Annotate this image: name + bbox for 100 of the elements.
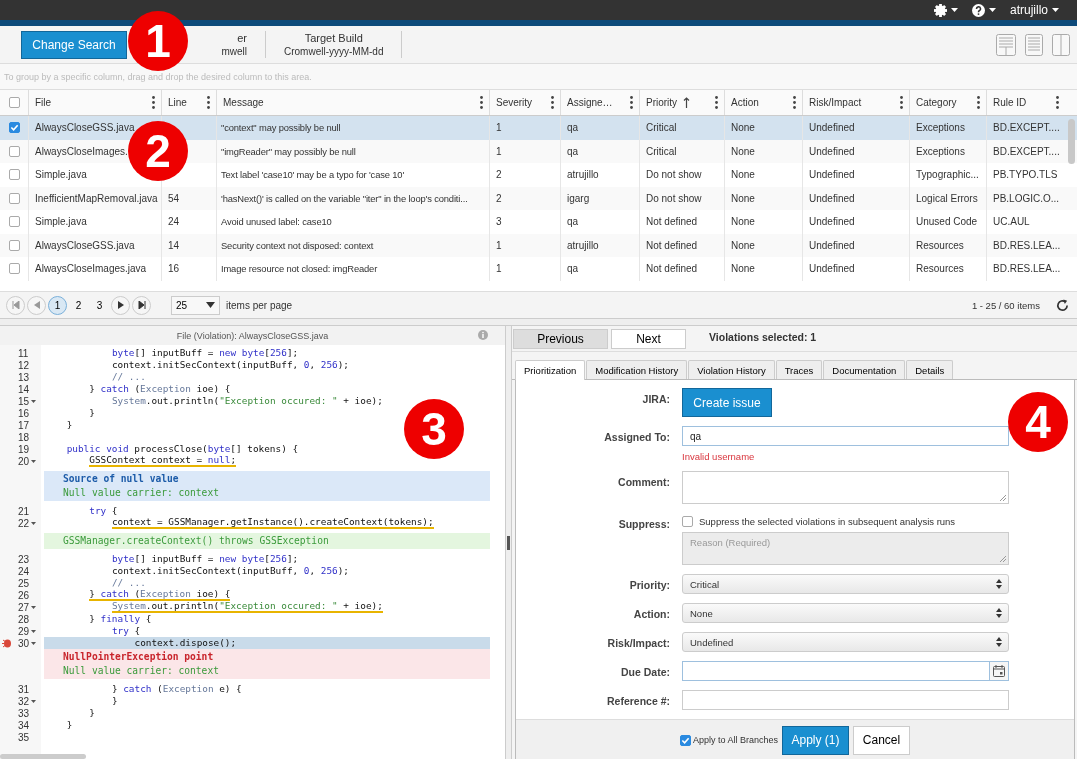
row-checkbox[interactable]: [8, 216, 20, 228]
first-page-button[interactable]: [6, 295, 25, 315]
splitter-handle[interactable]: [507, 536, 510, 550]
select-field[interactable]: Undefined: [682, 632, 1009, 652]
select-field[interactable]: Critical: [682, 574, 1009, 594]
fold-icon[interactable]: [31, 629, 37, 633]
row-checkbox[interactable]: [8, 122, 20, 134]
page-button[interactable]: 3: [90, 295, 109, 315]
row-checkbox[interactable]: [8, 169, 20, 181]
date-field[interactable]: [682, 661, 1009, 681]
layout-icon[interactable]: [1052, 33, 1070, 56]
table-row[interactable]: AlwaysCloseGSS.java 14 Security context not disposed: context 1 atrujillo Not defined None Undefined Resources BD.RES.LEA...: [0, 233, 1077, 257]
column-header[interactable]: Category: [916, 97, 957, 108]
next-page-button[interactable]: [111, 295, 130, 315]
code-line: } catch (Exception ioe) {: [89, 589, 231, 601]
fold-icon[interactable]: [31, 521, 37, 525]
file-cell: AlwaysCloseImages.: [35, 145, 128, 157]
tab[interactable]: Modification History: [586, 360, 688, 379]
annotation-text: NullPointerException point: [63, 651, 215, 663]
column-menu-icon[interactable]: [793, 96, 796, 109]
rule-id-cell: BD.EXCEPT....: [993, 122, 1060, 134]
row-checkbox[interactable]: [8, 145, 20, 157]
line-number: 28: [18, 613, 30, 625]
apply-all-checkbox[interactable]: [679, 734, 691, 746]
column-header[interactable]: Rule ID: [993, 97, 1027, 108]
column-menu-icon[interactable]: [977, 96, 980, 109]
page-size-label: items per page: [226, 299, 293, 311]
page-button[interactable]: 2: [69, 295, 88, 315]
comment-field[interactable]: [682, 471, 1009, 504]
tab[interactable]: Details: [906, 360, 954, 379]
last-page-button[interactable]: [132, 295, 151, 315]
scrollbar[interactable]: [1068, 119, 1075, 164]
user-menu[interactable]: atrujillo: [1010, 3, 1059, 17]
code-line: public void processClose(byte[] tokens) {: [66, 444, 299, 454]
priority-cell: Critical: [646, 145, 677, 157]
nav-button[interactable]: Next: [611, 328, 686, 349]
line-number: 18: [18, 431, 30, 443]
nav-button[interactable]: Previous: [513, 328, 608, 349]
column-menu-icon[interactable]: [715, 96, 718, 109]
table-row[interactable]: InefficientMapRemoval.java 54 'hasNext()' is called on the variable "iter" in the loop's conditi... 2 igarg Do not show None Undefined Logical Errors PB.LOGIC.O...: [0, 186, 1077, 210]
row-checkbox[interactable]: [8, 239, 20, 251]
priority-cell: Do not show: [646, 192, 702, 204]
column-header[interactable]: Severity: [496, 97, 533, 108]
column-header[interactable]: File: [35, 97, 52, 108]
items-summary: 1 - 25 / 60 items: [971, 299, 1040, 311]
tab[interactable]: Traces: [775, 360, 823, 379]
column-menu-icon[interactable]: [152, 96, 155, 109]
scrollbar[interactable]: [0, 754, 86, 759]
fold-icon[interactable]: [31, 605, 37, 609]
column-menu-icon[interactable]: [630, 96, 633, 109]
row-checkbox[interactable]: [8, 263, 20, 275]
fold-icon[interactable]: [31, 399, 37, 403]
resize-grip-icon[interactable]: [1000, 556, 1006, 562]
refresh-icon[interactable]: [1056, 298, 1069, 312]
code-line: System.out.println("Exception occured: " + ioe);: [111, 601, 383, 613]
info-icon[interactable]: [478, 330, 488, 340]
fold-icon[interactable]: [31, 641, 37, 645]
column-menu-icon[interactable]: [207, 96, 210, 109]
page-size-select[interactable]: 25: [171, 295, 220, 315]
action-cell: None: [731, 192, 755, 204]
calendar-icon[interactable]: [993, 665, 1005, 677]
assignee-cell: qa: [567, 122, 579, 134]
resize-grip-icon[interactable]: [1000, 495, 1006, 501]
fold-icon[interactable]: [31, 699, 37, 703]
text-field[interactable]: qa: [682, 426, 1009, 446]
column-header[interactable]: Risk/Impact: [809, 97, 862, 108]
select-field[interactable]: None: [682, 603, 1009, 623]
caret-icon: [206, 302, 215, 308]
severity-cell: 3: [496, 216, 502, 228]
previous-page-button[interactable]: [27, 295, 46, 315]
column-menu-icon[interactable]: [900, 96, 903, 109]
tab[interactable]: Violation History: [688, 360, 775, 379]
cancel-button[interactable]: Cancel: [853, 725, 911, 755]
create-issue-button[interactable]: Create issue: [682, 388, 772, 417]
row-checkbox[interactable]: [8, 192, 20, 204]
page-button[interactable]: 1: [48, 295, 67, 315]
column-header[interactable]: Action: [731, 97, 759, 108]
column-menu-icon[interactable]: [551, 96, 554, 109]
column-header[interactable]: Message: [223, 97, 264, 108]
change-search-button[interactable]: Change Search: [21, 30, 127, 59]
text-field[interactable]: [682, 690, 1009, 710]
help-button[interactable]: [972, 3, 996, 17]
tab[interactable]: Documentation: [823, 360, 906, 379]
suppress-checkbox[interactable]: [682, 516, 693, 527]
fold-icon[interactable]: [31, 459, 37, 463]
settings-button[interactable]: [934, 3, 958, 17]
column-header[interactable]: Line: [168, 97, 187, 108]
column-header[interactable]: Assigne…: [567, 97, 613, 108]
column-header[interactable]: Priority: [646, 97, 678, 108]
assignee-cell: qa: [567, 263, 579, 275]
updown-icon: [996, 637, 1002, 647]
column-menu-icon[interactable]: [1056, 96, 1059, 109]
select-all-checkbox[interactable]: [8, 97, 20, 108]
category-cell: Logical Errors: [916, 192, 978, 204]
tab[interactable]: Prioritization: [515, 360, 586, 380]
file-cell: AlwaysCloseGSS.java: [35, 239, 135, 251]
layout-icon[interactable]: [1025, 33, 1043, 56]
apply-button[interactable]: Apply (1): [782, 725, 850, 755]
column-menu-icon[interactable]: [480, 96, 483, 109]
layout-icon[interactable]: [996, 33, 1016, 56]
